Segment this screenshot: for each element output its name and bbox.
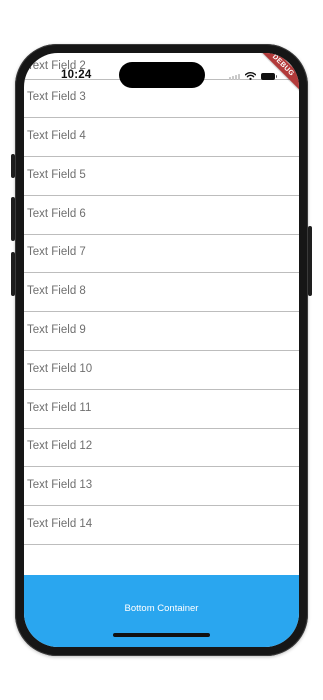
dynamic-island: [119, 62, 205, 88]
bottom-container-label: Bottom Container: [124, 603, 199, 614]
status-time: 10:24: [61, 69, 92, 81]
phone-frame: Text Field 2 Text Field 3 Text Field 4 T…: [15, 44, 308, 656]
text-field-8[interactable]: Text Field 8: [24, 274, 299, 312]
text-field-list[interactable]: Text Field 2 Text Field 3 Text Field 4 T…: [24, 53, 299, 575]
battery-icon: [261, 72, 277, 80]
text-field-13[interactable]: Text Field 13: [24, 468, 299, 506]
text-field-12[interactable]: Text Field 12: [24, 429, 299, 467]
signal-icon: [229, 73, 240, 80]
text-field-5[interactable]: Text Field 5: [24, 158, 299, 196]
text-field-7[interactable]: Text Field 7: [24, 235, 299, 273]
app-screen: Text Field 2 Text Field 3 Text Field 4 T…: [24, 53, 299, 647]
bottom-container: Bottom Container: [24, 575, 299, 647]
text-field-label: Text Field 4: [27, 130, 86, 142]
text-field-14[interactable]: Text Field 14: [24, 507, 299, 545]
device-stage: Text Field 2 Text Field 3 Text Field 4 T…: [0, 0, 323, 700]
text-field-label: Text Field 7: [27, 246, 86, 258]
text-field-label: Text Field 10: [27, 363, 93, 375]
text-field-4[interactable]: Text Field 4: [24, 119, 299, 157]
text-field-label: Text Field 11: [27, 402, 92, 414]
text-field-label: Text Field 9: [27, 324, 86, 336]
text-field-label: Text Field 8: [27, 285, 86, 297]
text-field-label: Text Field 12: [27, 440, 93, 452]
status-icons: [229, 71, 277, 81]
power-button: [308, 226, 312, 296]
text-field-label: Text Field 14: [27, 518, 93, 530]
text-field-6[interactable]: Text Field 6: [24, 197, 299, 235]
text-field-label: Text Field 3: [27, 91, 86, 103]
text-field-label: Text Field 13: [27, 479, 93, 491]
text-field-label: Text Field 6: [27, 208, 86, 220]
text-field-label: Text Field 5: [27, 169, 86, 181]
text-field-9[interactable]: Text Field 9: [24, 313, 299, 351]
home-indicator[interactable]: [113, 633, 210, 637]
text-field-11[interactable]: Text Field 11: [24, 391, 299, 429]
wifi-icon: [245, 72, 256, 80]
text-field-10[interactable]: Text Field 10: [24, 352, 299, 390]
